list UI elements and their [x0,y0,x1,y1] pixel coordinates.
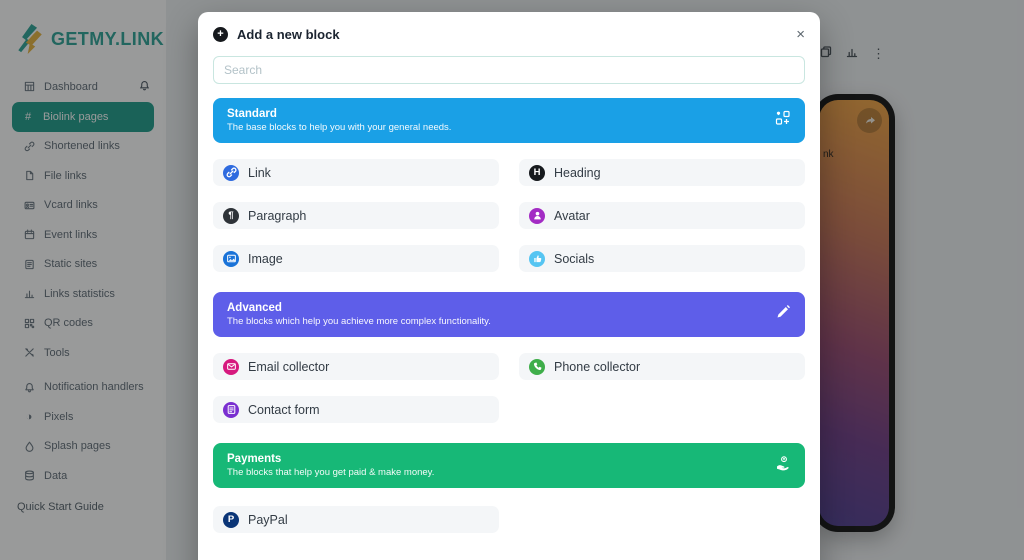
section-title: Standard [227,108,277,120]
block-item-link[interactable]: Link [213,159,499,186]
section-description: The base blocks to help you with your ge… [227,122,452,133]
block-item-phone-collector[interactable]: Phone collector [519,353,805,380]
block-item-image[interactable]: Image [213,245,499,272]
envelope-icon [223,358,239,375]
standard-blocks: Link H Heading ¶ Paragraph Avatar Image … [213,159,805,272]
block-item-email-collector[interactable]: Email collector [213,353,499,380]
block-item-paragraph[interactable]: ¶ Paragraph [213,202,499,229]
avatar-icon [529,207,545,224]
payments-blocks: P PayPal [213,506,805,533]
thumbs-up-icon [529,250,545,267]
plus-circle-icon: + [213,26,228,42]
section-banner-standard: Standard The base blocks to help you wit… [213,98,805,143]
add-block-modal: + Add a new block × Standard The base bl… [198,12,820,560]
hand-money-icon [775,455,791,476]
block-item-heading[interactable]: H Heading [519,159,805,186]
close-icon[interactable]: × [796,27,805,42]
section-title: Payments [227,453,282,465]
phone-icon [529,358,545,375]
block-item-avatar[interactable]: Avatar [519,202,805,229]
shapes-icon [775,110,791,131]
modal-header: + Add a new block × [213,12,805,56]
block-item-socials[interactable]: Socials [519,245,805,272]
paragraph-icon: ¶ [223,207,239,224]
section-description: The blocks which help you achieve more c… [227,316,491,327]
link-icon [223,164,239,181]
form-icon [223,401,239,418]
advanced-blocks: Email collector Phone collector Contact … [213,353,805,423]
block-item-contact-form[interactable]: Contact form [213,396,499,423]
modal-title: Add a new block [237,26,340,42]
block-item-paypal[interactable]: P PayPal [213,506,499,533]
image-icon [223,250,239,267]
section-banner-payments: Payments The blocks that help you get pa… [213,443,805,488]
section-description: The blocks that help you get paid & make… [227,467,435,478]
section-banner-advanced: Advanced The blocks which help you achie… [213,292,805,337]
heading-icon: H [529,164,545,181]
section-title: Advanced [227,302,282,314]
search-input[interactable] [213,56,805,84]
paypal-icon: P [223,511,239,528]
pencil-icon [775,304,791,325]
